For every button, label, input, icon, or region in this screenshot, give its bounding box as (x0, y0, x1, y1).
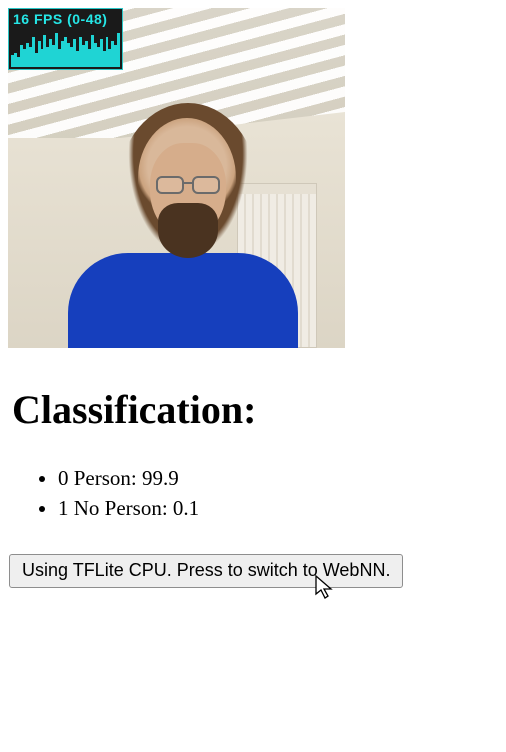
switch-backend-button[interactable]: Using TFLite CPU. Press to switch to Web… (9, 554, 403, 588)
results-list: 0 Person: 99.91 No Person: 0.1 (58, 463, 506, 524)
cursor-icon (315, 575, 335, 601)
fps-graph (11, 27, 120, 67)
classification-heading: Classification: (12, 386, 506, 433)
fps-label: 16 FPS (0-48) (9, 9, 122, 27)
person-shirt (68, 253, 298, 348)
fps-overlay: 16 FPS (0-48) (8, 8, 123, 70)
webcam-feed: 16 FPS (0-48) (8, 8, 345, 348)
list-item: 1 No Person: 0.1 (58, 493, 506, 523)
list-item: 0 Person: 99.9 (58, 463, 506, 493)
person-beard (158, 203, 218, 258)
glasses-icon (154, 176, 222, 196)
